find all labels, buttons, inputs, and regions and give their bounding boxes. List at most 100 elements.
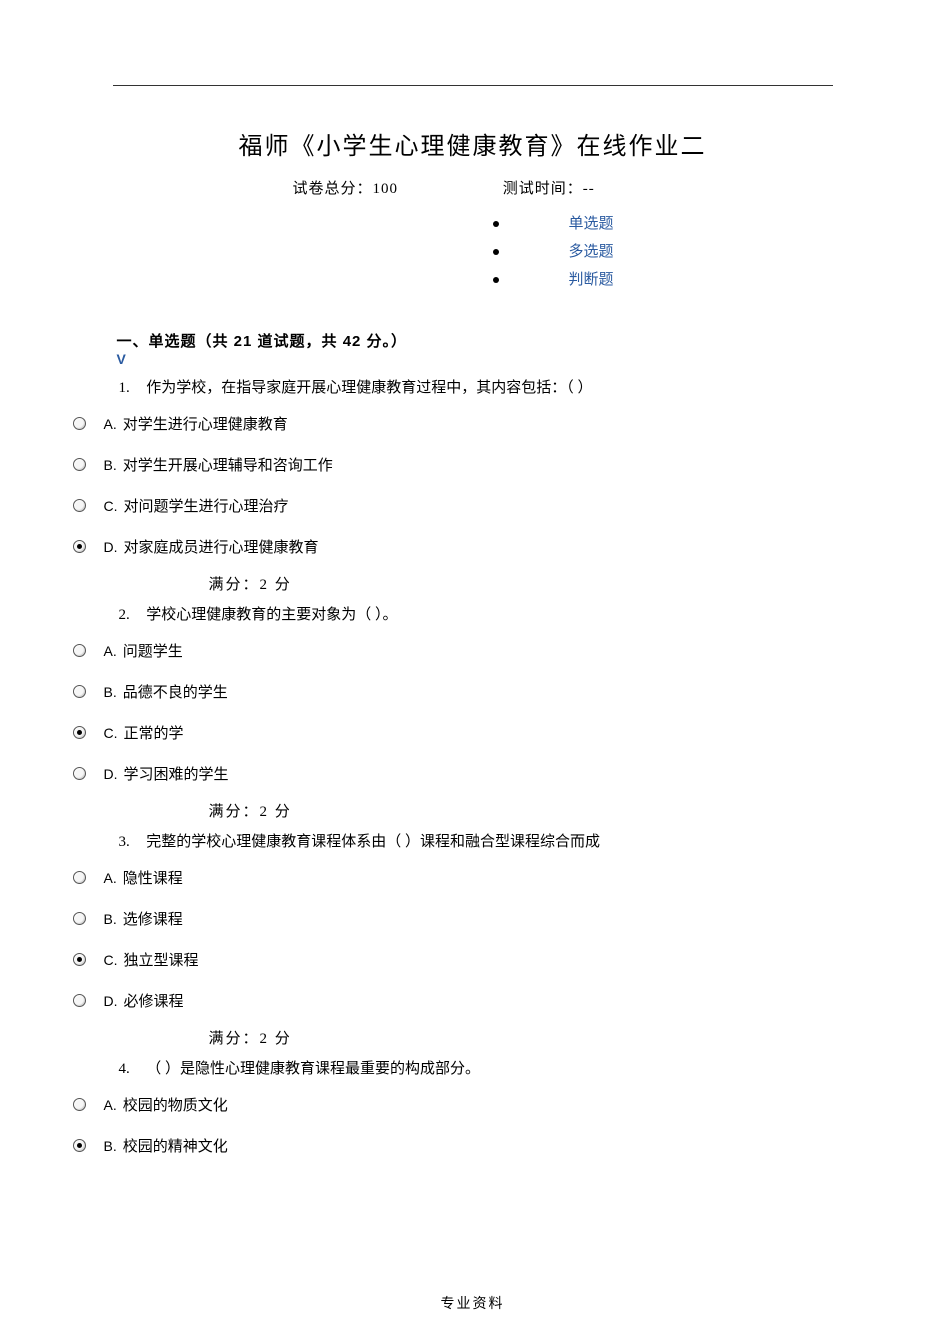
meta-line: 试卷总分：100 测试时间：-- — [113, 177, 833, 198]
option-row[interactable]: B.选修课程 — [73, 898, 833, 939]
option-letter: C. — [104, 725, 118, 741]
radio-icon[interactable] — [73, 912, 86, 925]
radio-icon[interactable] — [73, 726, 86, 739]
option-text: 对问题学生进行心理治疗 — [124, 495, 289, 516]
nav-item-single[interactable]: 单选题 — [493, 210, 833, 238]
question-block: 4. （ ）是隐性心理健康教育课程最重要的构成部分。A.校园的物质文化B.校园的… — [113, 1054, 833, 1166]
option-text: 对学生开展心理辅导和咨询工作 — [123, 454, 333, 475]
radio-dot-icon — [77, 1143, 82, 1148]
question-type-nav: 单选题 多选题 判断题 — [493, 210, 833, 294]
option-text: 校园的物质文化 — [123, 1094, 228, 1115]
option-letter: C. — [104, 952, 118, 968]
bullet-icon — [493, 221, 499, 227]
option-text: 校园的精神文化 — [123, 1135, 228, 1156]
test-time-value: -- — [583, 181, 595, 197]
nav-item-judge[interactable]: 判断题 — [493, 266, 833, 294]
question-stem: （ ）是隐性心理健康教育课程最重要的构成部分。 — [143, 1061, 481, 1077]
option-text: 隐性课程 — [123, 867, 183, 888]
option-letter: A. — [104, 870, 117, 886]
radio-icon[interactable] — [73, 499, 86, 512]
score-line: 满分：2 分 — [113, 567, 833, 594]
nav-item-multi[interactable]: 多选题 — [493, 238, 833, 266]
option-row[interactable]: A. 对学生进行心理健康教育 — [73, 403, 833, 444]
test-time-label: 测试时间： — [503, 181, 583, 197]
option-row[interactable]: B. 校园的精神文化 — [73, 1125, 833, 1166]
v-mark: V — [113, 351, 833, 367]
question-text: 3. 完整的学校心理健康教育课程体系由（ ）课程和融合型课程综合而成 — [113, 827, 833, 857]
option-letter: A. — [104, 416, 117, 432]
option-letter: B. — [104, 684, 117, 700]
option-text: 必修课程 — [124, 990, 184, 1011]
radio-dot-icon — [77, 544, 82, 549]
footer-text: 专业资料 — [0, 1293, 945, 1313]
test-time: 测试时间：-- — [503, 177, 595, 198]
radio-icon[interactable] — [73, 871, 86, 884]
radio-icon[interactable] — [73, 458, 86, 471]
option-row[interactable]: A. 隐性课程 — [73, 857, 833, 898]
option-letter: B. — [104, 457, 117, 473]
nav-label-judge: 判断题 — [569, 266, 614, 294]
option-row[interactable]: C. 对问题学生进行心理治疗 — [73, 485, 833, 526]
option-text: 品德不良的学生 — [123, 681, 228, 702]
question-number: 1. — [119, 377, 143, 399]
question-stem: 完整的学校心理健康教育课程体系由（ ）课程和融合型课程综合而成 — [143, 834, 601, 850]
option-row[interactable]: D. 必修课程 — [73, 980, 833, 1021]
option-letter: B. — [104, 1138, 117, 1154]
radio-icon[interactable] — [73, 953, 86, 966]
option-row[interactable]: B. 品德不良的学生 — [73, 671, 833, 712]
header-block: 福师《小学生心理健康教育》在线作业二 试卷总分：100 测试时间：-- 单选题 … — [113, 86, 833, 300]
option-text: 独立型课程 — [124, 949, 199, 970]
document-title: 福师《小学生心理健康教育》在线作业二 — [113, 126, 833, 161]
option-row[interactable]: C. 正常的学 — [73, 712, 833, 753]
radio-icon[interactable] — [73, 685, 86, 698]
options-list: A. 隐性课程 B.选修课程 C. 独立型课程 D. 必修课程 — [73, 857, 833, 1021]
option-row[interactable]: B. 对学生开展心理辅导和咨询工作 — [73, 444, 833, 485]
question-number: 2. — [119, 604, 143, 626]
options-list: A. 校园的物质文化 B. 校园的精神文化 — [73, 1084, 833, 1166]
bullet-icon — [493, 277, 499, 283]
option-text: 对学生进行心理健康教育 — [123, 413, 288, 434]
option-letter: A. — [104, 1097, 117, 1113]
radio-icon[interactable] — [73, 767, 86, 780]
option-letter: B. — [104, 911, 117, 927]
question-block: 1. 作为学校，在指导家庭开展心理健康教育过程中，其内容包括：（ ）A.对学生进… — [113, 373, 833, 567]
question-block: 2. 学校心理健康教育的主要对象为（ ）。A.问题学生B.品德不良的学生C.正常… — [113, 600, 833, 794]
option-text: 正常的学 — [124, 722, 184, 743]
question-stem: 学校心理健康教育的主要对象为（ ）。 — [143, 607, 398, 623]
radio-dot-icon — [77, 730, 82, 735]
top-rule — [113, 85, 833, 86]
score-line: 满分：2 分 — [113, 1021, 833, 1048]
radio-icon[interactable] — [73, 417, 86, 430]
question-text: 1. 作为学校，在指导家庭开展心理健康教育过程中，其内容包括：（ ） — [113, 373, 833, 403]
option-letter: D. — [104, 993, 118, 1009]
section-header: 一、单选题（共 21 道试题，共 42 分。） — [113, 330, 833, 351]
questions-container: 1. 作为学校，在指导家庭开展心理健康教育过程中，其内容包括：（ ）A.对学生进… — [113, 373, 833, 1166]
question-number: 3. — [119, 831, 143, 853]
option-row[interactable]: D.对家庭成员进行心理健康教育 — [73, 526, 833, 567]
radio-icon[interactable] — [73, 994, 86, 1007]
nav-label-multi: 多选题 — [569, 238, 614, 266]
radio-icon[interactable] — [73, 644, 86, 657]
option-row[interactable]: D.学习困难的学生 — [73, 753, 833, 794]
option-letter: C. — [104, 498, 118, 514]
radio-icon[interactable] — [73, 1098, 86, 1111]
question-text: 2. 学校心理健康教育的主要对象为（ ）。 — [113, 600, 833, 630]
bullet-icon — [493, 249, 499, 255]
total-score: 试卷总分：100 — [293, 177, 399, 198]
radio-dot-icon — [77, 957, 82, 962]
options-list: A. 对学生进行心理健康教育 B. 对学生开展心理辅导和咨询工作 C. 对问题学生进行心理… — [73, 403, 833, 567]
option-letter: D. — [104, 539, 118, 555]
option-text: 问题学生 — [123, 640, 183, 661]
question-block: 3. 完整的学校心理健康教育课程体系由（ ）课程和融合型课程综合而成A.隐性课程… — [113, 827, 833, 1021]
option-row[interactable]: A. 校园的物质文化 — [73, 1084, 833, 1125]
page-content: 福师《小学生心理健康教育》在线作业二 试卷总分：100 测试时间：-- 单选题 … — [113, 0, 833, 1166]
option-row[interactable]: A. 问题学生 — [73, 630, 833, 671]
nav-label-single: 单选题 — [569, 210, 614, 238]
total-score-label: 试卷总分： — [293, 181, 373, 197]
option-row[interactable]: C. 独立型课程 — [73, 939, 833, 980]
radio-icon[interactable] — [73, 540, 86, 553]
question-stem: 作为学校，在指导家庭开展心理健康教育过程中，其内容包括：（ ） — [143, 380, 593, 396]
radio-icon[interactable] — [73, 1139, 86, 1152]
question-number: 4. — [119, 1058, 143, 1080]
option-letter: A. — [104, 643, 117, 659]
